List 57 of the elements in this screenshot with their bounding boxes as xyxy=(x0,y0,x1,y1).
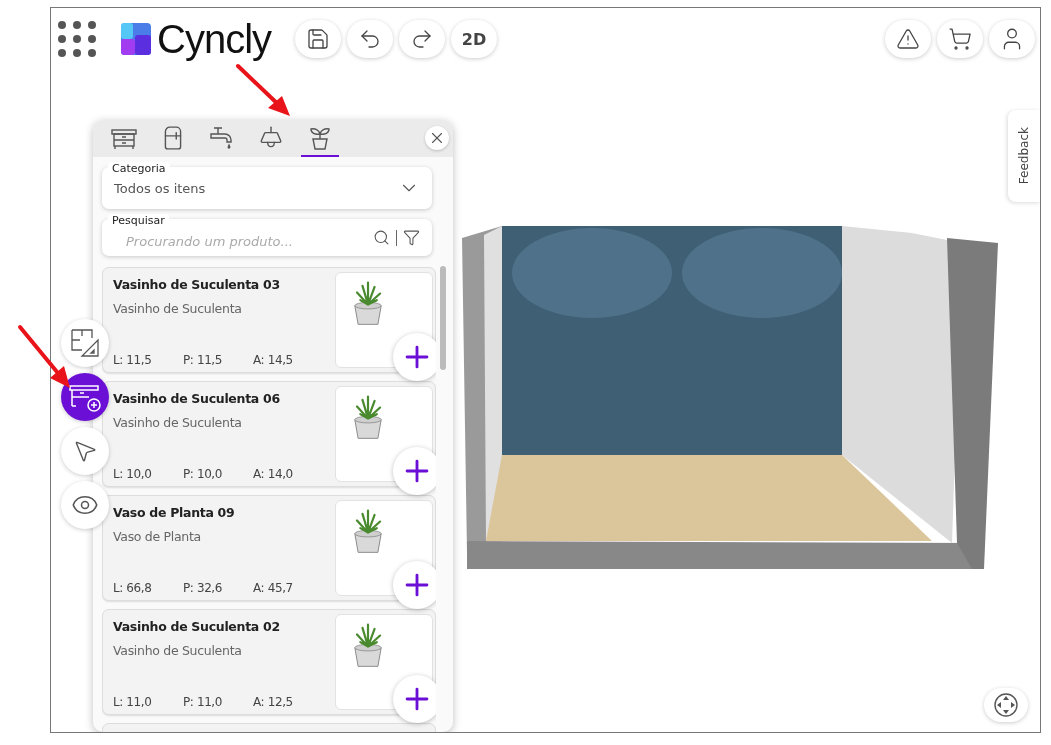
user-button[interactable] xyxy=(989,20,1035,58)
cart-icon xyxy=(948,27,972,51)
search-input[interactable]: Procurando um produto... xyxy=(114,234,373,249)
navigation-button[interactable] xyxy=(984,688,1028,722)
product-dimension: L: 66,8 xyxy=(113,581,153,595)
product-dimension: A: 14,0 xyxy=(253,467,294,481)
warning-button[interactable] xyxy=(885,20,931,58)
field-label: Categoria xyxy=(108,162,170,175)
product-dimension: P: 11,0 xyxy=(183,695,223,709)
tool-button[interactable] xyxy=(61,319,109,367)
product-card[interactable]: Vasinho de Suculenta 02 Vasinho de Suculenta L: 11,0 P: 11,0 A: 12,5 xyxy=(102,609,436,715)
app-menu-icon[interactable] xyxy=(57,20,97,58)
product-category: Vasinho de Suculenta xyxy=(113,301,243,316)
product-name: Vasinho de Suculenta 02 xyxy=(113,619,281,634)
product-dimension: A: 14,5 xyxy=(253,353,294,367)
add-button[interactable] xyxy=(393,561,436,609)
redo-button[interactable] xyxy=(399,20,446,58)
product-card[interactable]: Vasinho de Suculenta 06 Vasinho de Suculenta L: 10,0 P: 10,0 A: 14,0 xyxy=(102,381,436,487)
product-dimension: P: 10,0 xyxy=(183,467,223,481)
product-dimension: P: 32,6 xyxy=(183,581,223,595)
product-dimension: A: 45,7 xyxy=(253,581,294,595)
floorplan-ruler-icon xyxy=(68,326,102,360)
product-name: Vasinho de Suculenta 06 xyxy=(113,391,281,406)
search-icon[interactable] xyxy=(373,229,390,246)
cart-button[interactable] xyxy=(937,20,983,58)
product-card[interactable]: Vasinho de Suculenta 03 Vasinho de Suculenta L: 11,5 P: 11,5 A: 14,5 xyxy=(102,267,436,373)
product-dimension: P: 11,5 xyxy=(183,353,223,367)
product-dimension: L: 11,0 xyxy=(113,695,153,709)
tool-button[interactable] xyxy=(61,427,109,475)
product-category: Vaso de Planta xyxy=(113,529,202,544)
product-name: Vaso de Planta 09 xyxy=(113,505,236,520)
add-button[interactable] xyxy=(393,447,436,495)
annotation-arrow xyxy=(18,325,70,388)
navigation-icon xyxy=(993,692,1019,718)
logo-text: Cyncly xyxy=(157,16,272,62)
save-icon xyxy=(306,27,331,51)
product-dimension: A: 12,5 xyxy=(253,695,294,709)
product-category: Vasinho de Suculenta xyxy=(113,415,243,430)
product-name: Vasinho de Suculenta 03 xyxy=(113,277,281,292)
field-label: Pesquisar xyxy=(108,214,169,227)
logo-icon xyxy=(121,23,151,55)
add-button[interactable] xyxy=(393,675,436,723)
feedback-tab[interactable]: Feedback xyxy=(1008,110,1040,202)
product-dimension: L: 10,0 xyxy=(113,467,153,481)
add-button[interactable] xyxy=(393,333,436,381)
select-value: Todos os itens xyxy=(114,180,207,196)
warning-icon xyxy=(896,27,920,51)
product-category: Vasinho de Suculenta xyxy=(113,643,243,658)
view-mode-button[interactable]: 2D xyxy=(451,20,498,58)
product-card[interactable]: Vaso de Planta 09 Vaso de Planta L: 66,8 P: 32,6 A: 45,7 xyxy=(102,495,436,601)
tool-button[interactable] xyxy=(61,481,109,529)
filter-icon[interactable] xyxy=(403,229,420,246)
close-button[interactable] xyxy=(425,126,449,150)
product-dimension: L: 11,5 xyxy=(113,353,153,367)
undo-button[interactable] xyxy=(347,20,394,58)
annotation-arrow xyxy=(236,64,290,116)
save-button[interactable] xyxy=(295,20,342,58)
